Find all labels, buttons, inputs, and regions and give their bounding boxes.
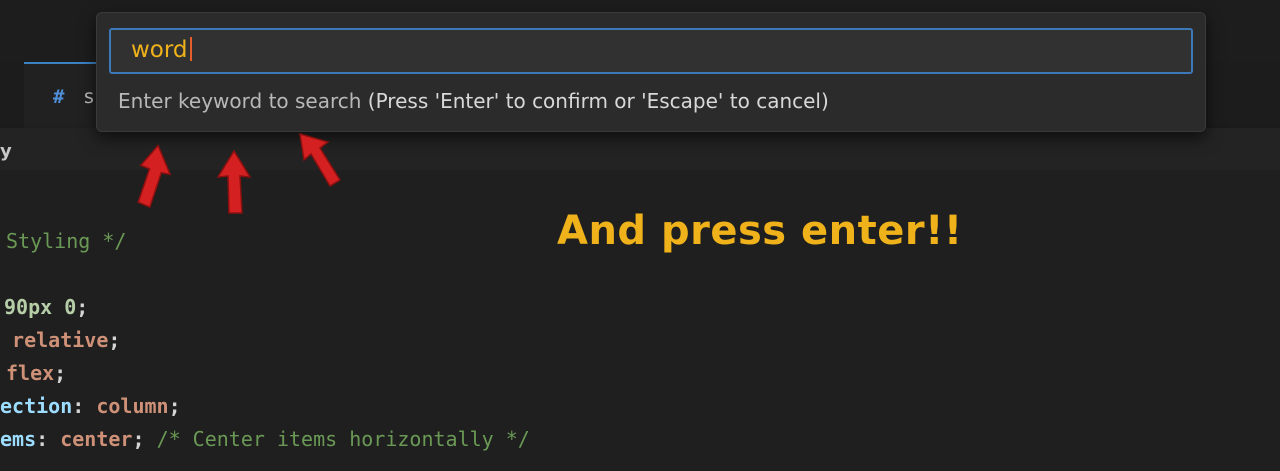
search-input[interactable]: word	[109, 28, 1193, 74]
search-input-text: word	[131, 37, 188, 63]
search-input-value: word	[131, 37, 192, 63]
css-file-icon: #	[53, 86, 65, 108]
search-hint-main: Enter keyword to search	[118, 89, 362, 113]
code-token: 90px 0	[4, 295, 77, 319]
breadcrumb-item[interactable]: y	[0, 141, 12, 162]
code-token: ;	[168, 394, 181, 418]
code-token: column	[96, 394, 169, 418]
code-token: /* Center items horizontally */	[156, 427, 530, 451]
quick-input-widget: word Enter keyword to search (Press 'Ent…	[96, 12, 1206, 132]
breadcrumb	[0, 128, 1280, 170]
editor-tab-label[interactable]: s	[84, 86, 94, 108]
search-hint: Enter keyword to search (Press 'Enter' t…	[118, 89, 829, 113]
code-line: flex;	[6, 358, 66, 388]
red-arrow-icon	[299, 132, 342, 188]
code-line: 90px 0;	[4, 292, 88, 322]
code-token: Styling */	[6, 229, 127, 253]
code-token: ;	[132, 427, 157, 451]
code-token: ;	[76, 295, 89, 319]
code-token: :	[72, 394, 97, 418]
code-line: relative;	[0, 325, 120, 355]
code-token: ;	[108, 328, 121, 352]
text-caret	[189, 37, 192, 61]
red-arrow-icon	[216, 149, 252, 214]
code-token: ;	[54, 361, 67, 385]
search-hint-instructions: (Press 'Enter' to confirm or 'Escape' to…	[361, 89, 829, 113]
code-line: Styling */	[6, 226, 126, 256]
code-token: ection	[0, 394, 73, 418]
code-token: relative	[0, 328, 109, 352]
code-token: ems	[0, 427, 37, 451]
code-token: :	[36, 427, 61, 451]
red-arrow-icon	[137, 144, 172, 209]
code-line: ection: column;	[0, 391, 181, 421]
code-token: flex	[6, 361, 55, 385]
annotation-text: And press enter!!	[557, 208, 963, 254]
code-line: ems: center; /* Center items horizontall…	[0, 424, 530, 454]
code-token: center	[60, 427, 133, 451]
